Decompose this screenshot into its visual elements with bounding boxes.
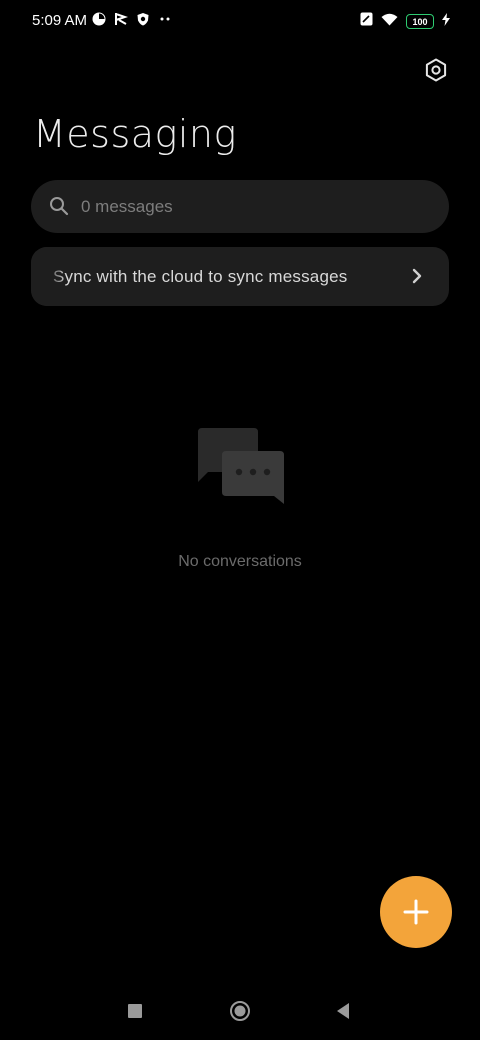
back-button[interactable] [335,1002,351,1020]
gear-icon [425,58,447,82]
empty-state-text: No conversations [178,553,302,570]
navigation-bar [0,990,480,1034]
status-time: 5:09 AM [32,12,88,29]
shield-icon [136,12,150,31]
status-right-icons: 100 [360,12,450,31]
flag-icon [114,12,129,31]
chat-bubbles-icon [198,428,284,504]
wifi-icon [381,13,398,31]
recents-button[interactable] [128,1004,142,1018]
note-icon [360,12,373,31]
home-button[interactable] [229,1000,251,1022]
app-notification-icon [92,12,106,31]
sync-banner-text: Sync with the cloud to sync messages [53,267,348,286]
battery-icon: 100 [406,14,434,29]
search-icon [50,197,69,216]
sync-banner-fade [31,247,67,306]
search-bar[interactable]: 0 messages [31,180,449,233]
settings-button[interactable] [422,56,450,84]
battery-level: 100 [412,16,428,27]
more-dots-icon [158,12,172,31]
plus-icon [403,899,429,925]
page-title: Messaging [33,112,237,156]
charging-icon [442,12,450,31]
new-conversation-button[interactable] [380,876,452,948]
status-left-icons [92,12,172,31]
status-bar: 5:09 AM 100 [0,0,480,44]
sync-banner[interactable]: Sync with the cloud to sync messages [31,247,449,306]
search-placeholder: 0 messages [81,197,173,216]
chevron-right-icon [412,268,422,284]
